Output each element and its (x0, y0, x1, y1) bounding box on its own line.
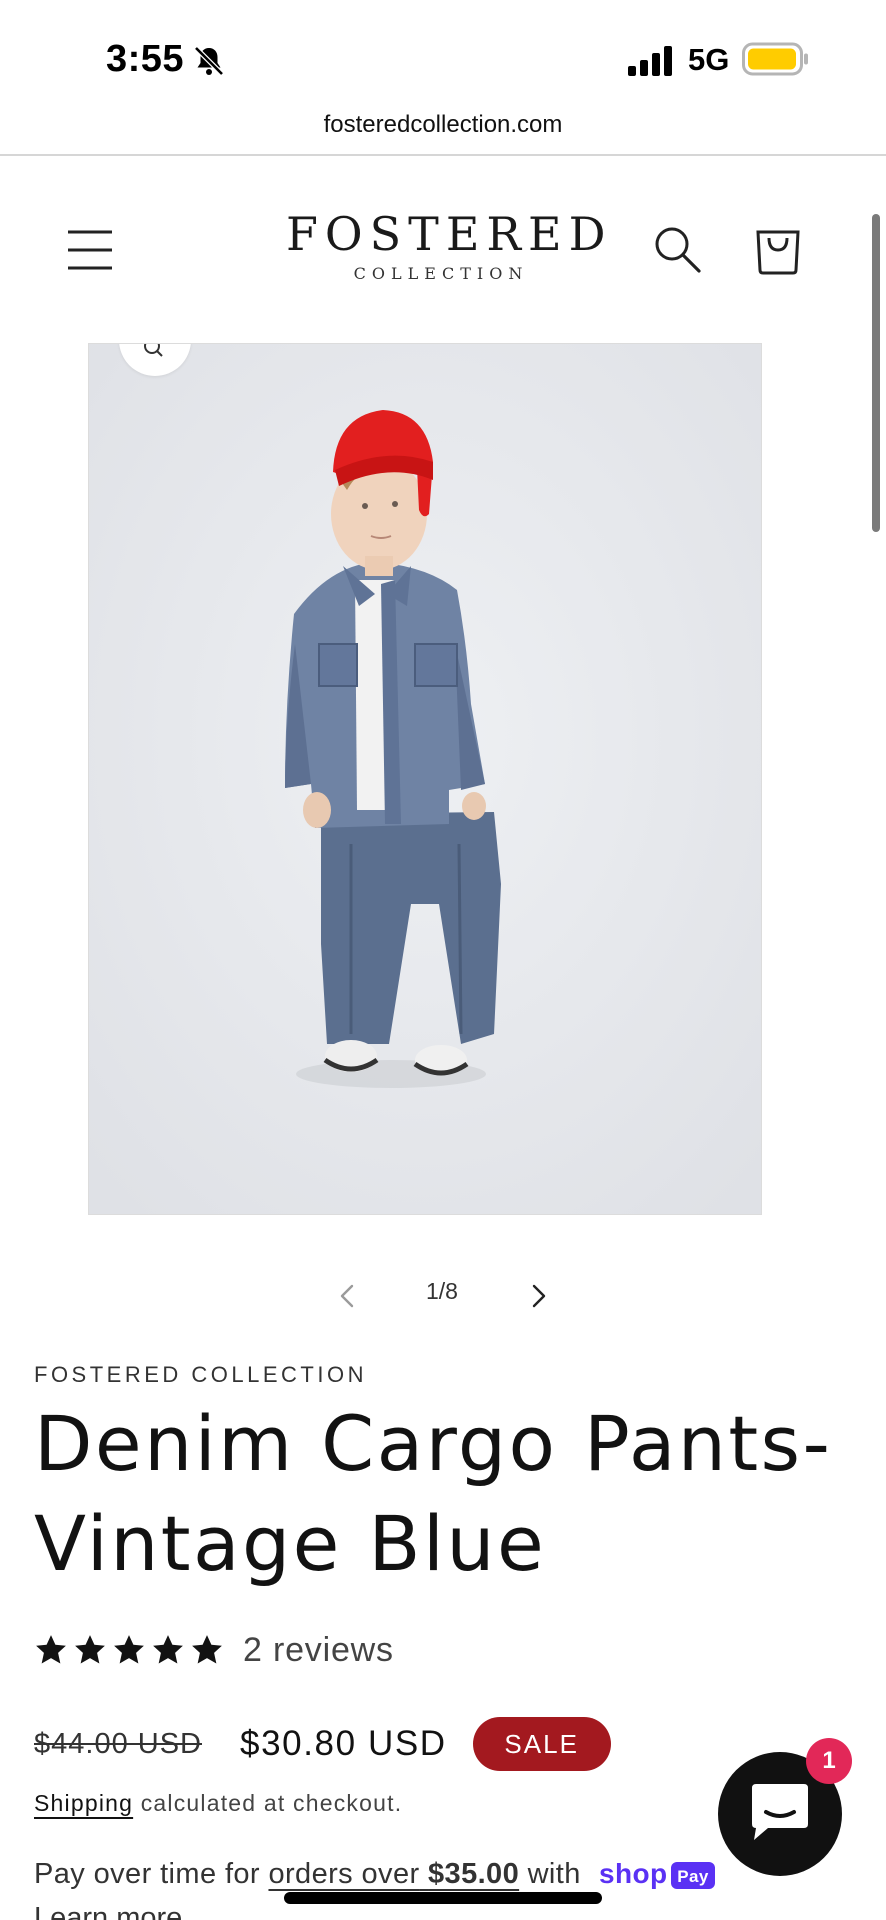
signal-icon (628, 46, 672, 76)
address-bar[interactable]: fosteredcollection.com (0, 104, 886, 156)
installments-amount: $35.00 (428, 1858, 520, 1890)
compare-price: $44.00 USD (34, 1727, 202, 1760)
shipping-link[interactable]: Shipping (34, 1790, 133, 1816)
shop-logo-pay: Pay (678, 1867, 710, 1886)
installments-suffix: with (527, 1858, 581, 1890)
rating-row: 2 reviews (34, 1624, 394, 1676)
star-icon (36, 1635, 66, 1664)
price-row: $44.00 USD $30.80 USD SALE (34, 1716, 611, 1772)
page-scrollbar[interactable] (872, 214, 880, 532)
installments-link[interactable]: orders over $35.00 (268, 1858, 519, 1890)
chevron-right-icon[interactable] (518, 1276, 558, 1316)
battery-icon (742, 42, 808, 76)
zoom-icon (144, 344, 163, 357)
shop-pay-logo: shop Pay (599, 1859, 716, 1890)
chat-icon (752, 1784, 808, 1840)
product-photo (89, 344, 761, 1214)
product-vendor: FOSTERED COLLECTION (34, 1362, 367, 1387)
logo-main: FOSTERED (286, 207, 613, 261)
star-icon (75, 1635, 105, 1664)
bell-muted-icon (194, 46, 224, 76)
logo-sub: COLLECTION (353, 264, 529, 283)
star-icon (114, 1635, 144, 1664)
status-time: 3:55 (106, 38, 185, 80)
product-image[interactable] (88, 343, 762, 1215)
sale-price: $30.80 USD (240, 1724, 447, 1763)
home-indicator (284, 1892, 602, 1904)
star-icon (153, 1635, 183, 1664)
status-bar: 3:55 5G (0, 0, 886, 110)
shop-logo-text: shop (599, 1859, 667, 1889)
cart-icon[interactable] (752, 224, 804, 276)
chevron-left-icon[interactable] (328, 1276, 368, 1316)
installments-message: Pay over time for orders over $35.00 wit… (34, 1858, 717, 1891)
shipping-text: calculated at checkout. (140, 1790, 403, 1816)
product-title: Denim Cargo Pants- Vintage Blue (34, 1399, 833, 1588)
shipping-note: Shipping calculated at checkout. (34, 1790, 402, 1817)
star-icon (192, 1635, 222, 1664)
reviews-link[interactable]: 2 reviews (243, 1631, 394, 1670)
installments-link-text: orders over (268, 1858, 420, 1890)
site-header: FOSTERED COLLECTION (0, 158, 886, 342)
slide-counter: 1/8 (426, 1278, 458, 1304)
site-logo[interactable]: FOSTERED COLLECTION (286, 207, 613, 283)
network-label: 5G (688, 42, 730, 77)
sale-badge: SALE (472, 1717, 611, 1771)
gallery-controls: 1/8 (0, 1270, 886, 1320)
learn-more-link[interactable]: Learn more (34, 1902, 182, 1920)
search-icon[interactable] (652, 224, 702, 274)
menu-icon[interactable] (66, 228, 114, 272)
url-text[interactable]: fosteredcollection.com (324, 111, 563, 138)
installments-prefix: Pay over time for (34, 1858, 260, 1890)
chat-notification-badge: 1 (806, 1738, 852, 1784)
